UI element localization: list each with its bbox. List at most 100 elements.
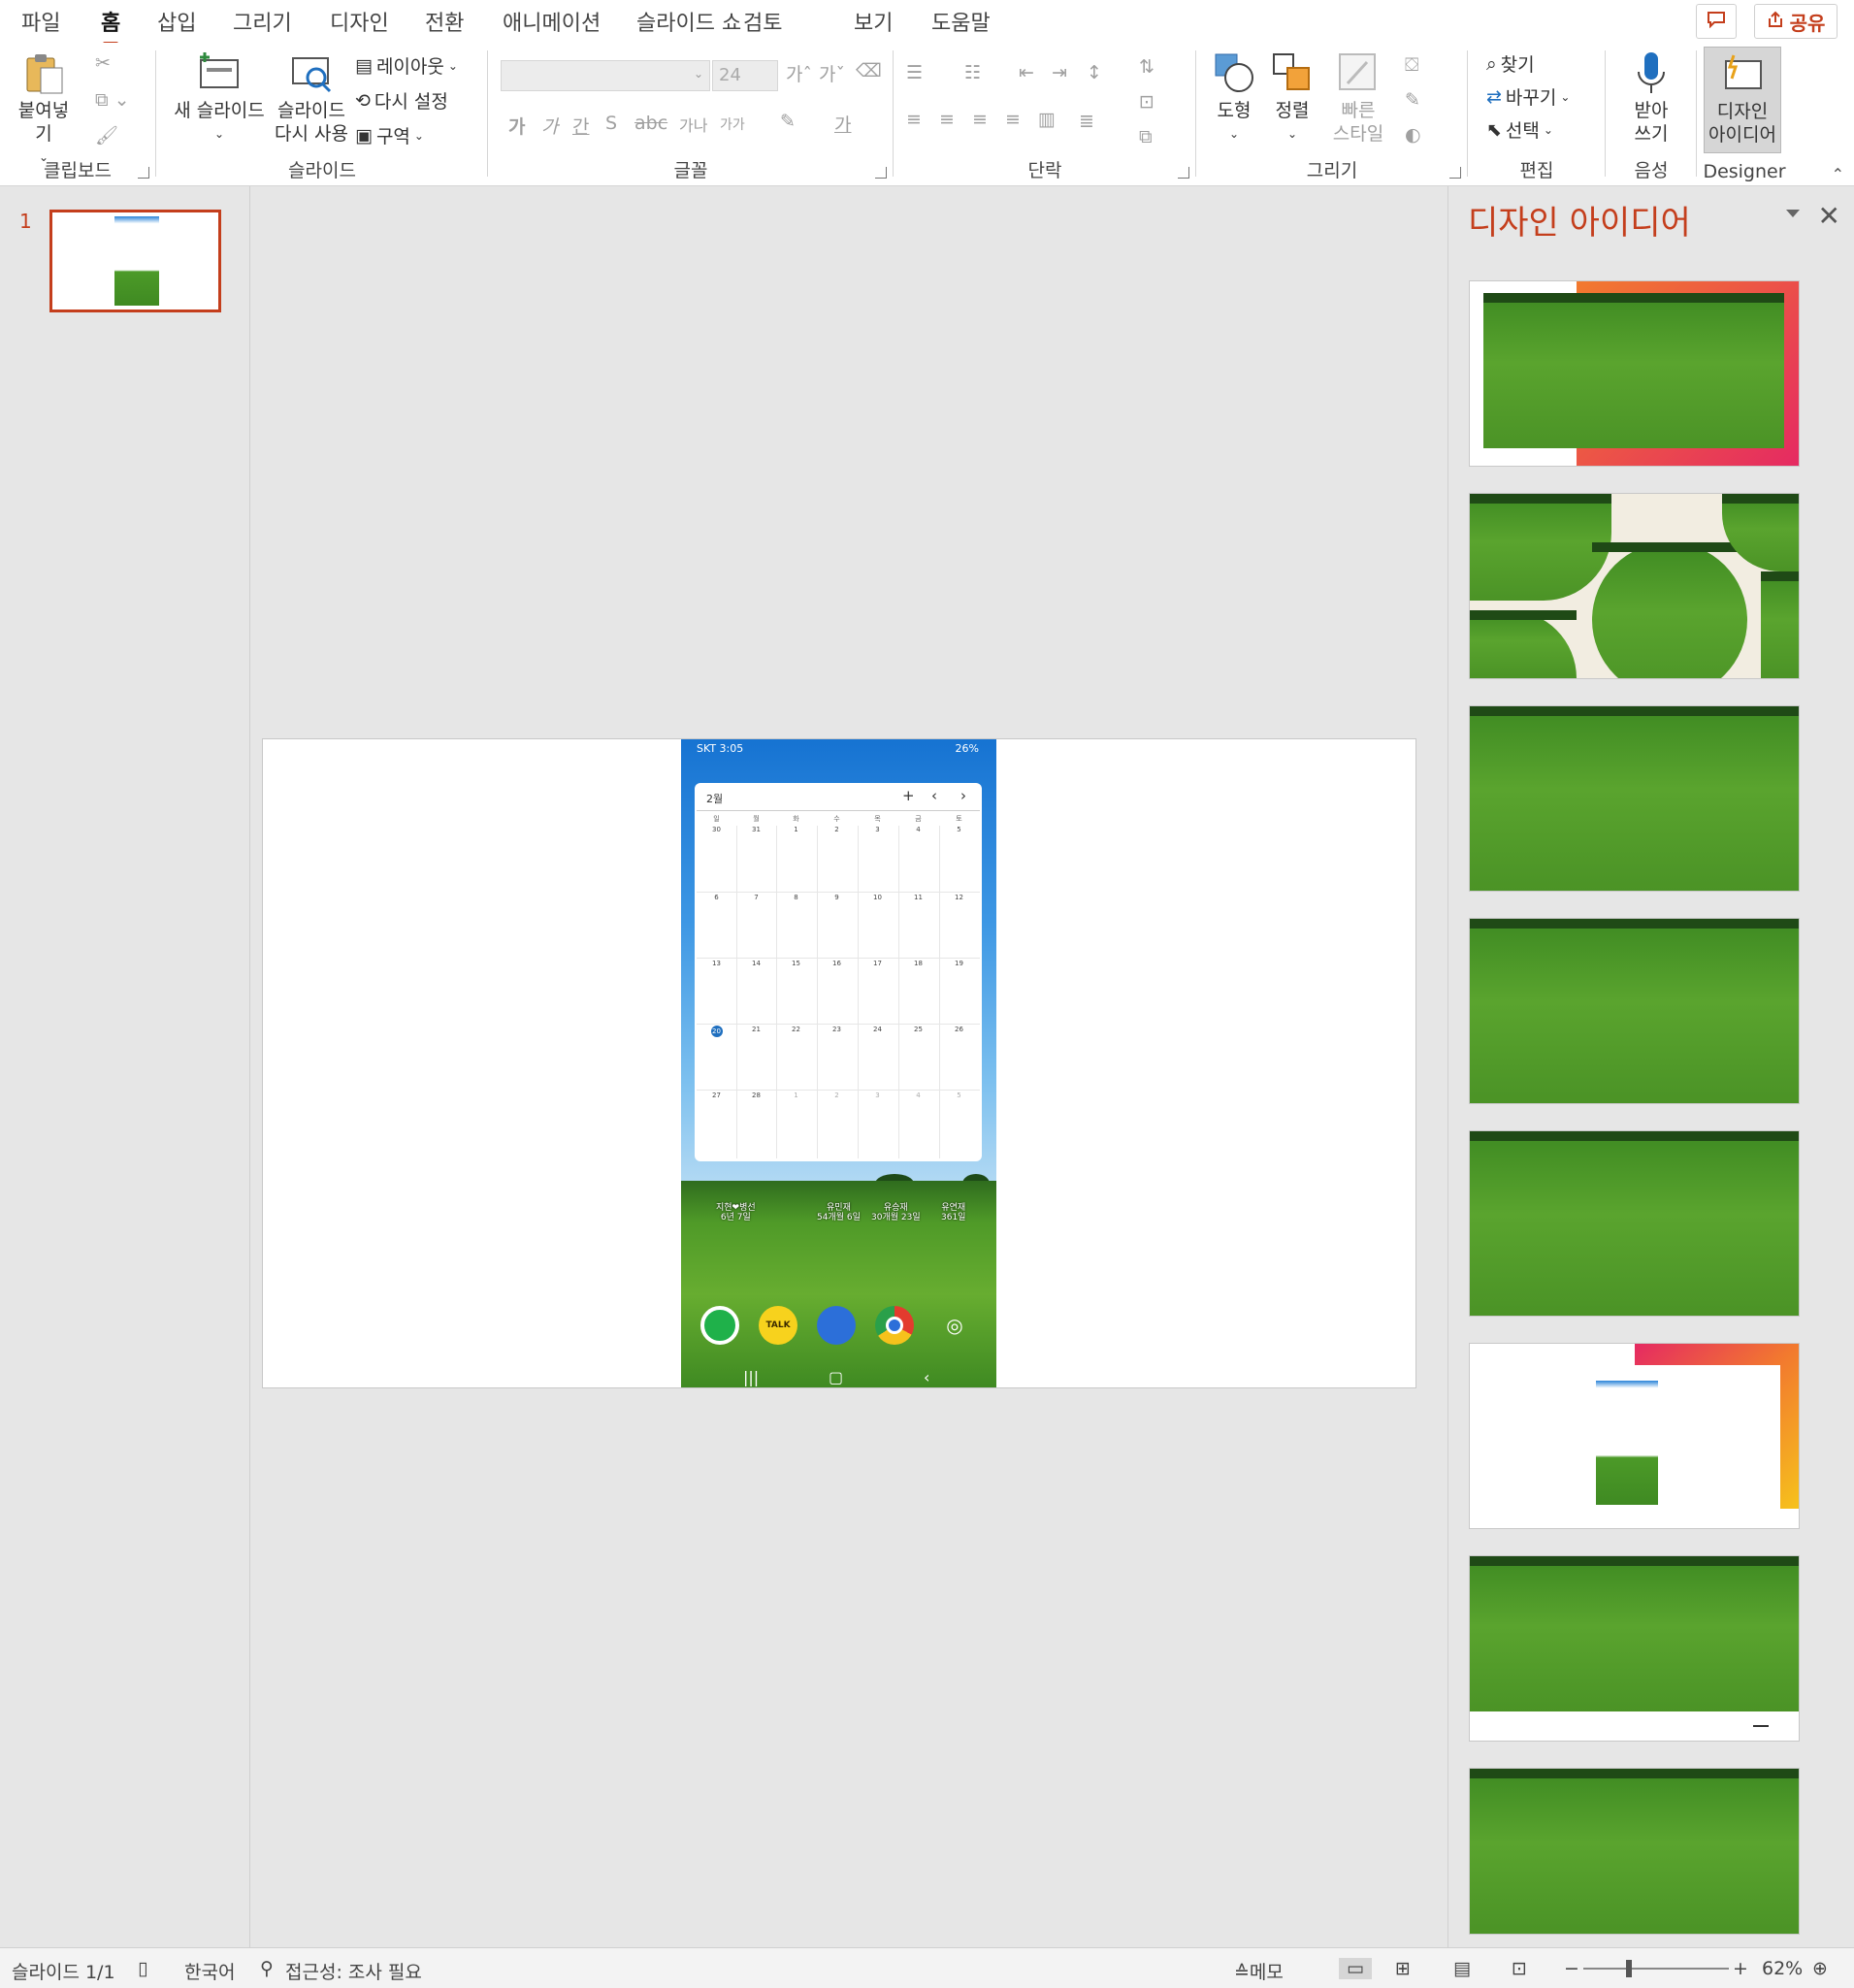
bold-button[interactable]: 가 [508, 113, 525, 139]
share-button[interactable]: 공유 [1754, 4, 1838, 39]
shape-outline-button[interactable]: ✎ [1405, 89, 1420, 111]
tab-review[interactable]: 검토 [743, 6, 782, 37]
shapes-button[interactable]: 도형 ⌄ [1207, 50, 1261, 146]
new-slide-button[interactable]: 새 슬라이드 ⌄ [169, 50, 270, 146]
justify-button[interactable]: ≡ [1005, 109, 1021, 130]
character-spacing-button[interactable]: 가나 [679, 113, 707, 136]
bullets-button[interactable]: ☰ [906, 62, 923, 83]
slide-canvas[interactable]: SKT 3:05 26% 2월 + ‹ › 일 월 화 수 목 금 토 30 3… [263, 739, 1415, 1387]
align-center-button[interactable]: ≡ [939, 109, 955, 130]
calendar-day: 2 [834, 1092, 839, 1099]
highlight-button[interactable]: ✎ [780, 111, 796, 132]
reset-button[interactable]: ⟲ 다시 설정 [355, 87, 448, 114]
zoom-slider-thumb[interactable] [1625, 1960, 1632, 1977]
tab-insert[interactable]: 삽입 [157, 6, 196, 37]
slide-thumbnail[interactable] [49, 210, 221, 312]
text-direction-button[interactable]: ⇅ [1139, 56, 1155, 78]
design-idea-card[interactable] [1470, 919, 1799, 1103]
normal-view-button[interactable]: ▭ [1339, 1958, 1372, 1979]
voice-group-label: 음성 [1634, 160, 1669, 181]
font-color-button[interactable]: 가 [834, 111, 851, 137]
line-spacing-button[interactable]: ↕ [1087, 62, 1102, 83]
format-painter-button[interactable]: 🖌 [95, 124, 118, 147]
grow-font-button[interactable]: 가ˆ [786, 60, 812, 86]
design-idea-card[interactable] [1470, 706, 1799, 891]
slide-sorter-button[interactable]: ⊞ [1395, 1958, 1411, 1979]
comments-button[interactable] [1696, 4, 1737, 39]
strikethrough-button[interactable]: abc [634, 113, 667, 134]
smartart-button[interactable]: ⧉ [1139, 126, 1153, 147]
close-icon[interactable]: ✕ [1818, 200, 1840, 232]
accessibility-status[interactable]: 접근성: 조사 필요 [285, 1958, 422, 1984]
align-right-button[interactable]: ≡ [972, 109, 988, 130]
design-idea-card[interactable] [1470, 1769, 1799, 1934]
clipboard-dialog-launcher[interactable] [138, 167, 149, 179]
clear-format-button[interactable]: ⌫ [856, 60, 882, 81]
tab-draw[interactable]: 그리기 [233, 6, 292, 37]
cut-button[interactable]: ✂ [95, 52, 111, 74]
find-button[interactable]: ⌕ 찾기 [1486, 50, 1535, 77]
zoom-level[interactable]: 62% [1762, 1958, 1803, 1979]
align-text-button[interactable]: ⊡ [1139, 91, 1155, 113]
reading-view-button[interactable]: ▤ [1453, 1958, 1471, 1979]
slideshow-button[interactable]: ⊡ [1512, 1958, 1527, 1979]
design-idea-card[interactable] [1470, 1556, 1799, 1741]
paste-button[interactable]: 붙여넣기 ⌄ [12, 50, 76, 169]
design-idea-card[interactable] [1470, 281, 1799, 466]
font-size-box[interactable]: 24 [712, 60, 778, 91]
font-dialog-launcher[interactable] [875, 167, 887, 179]
collapse-ribbon-icon[interactable]: ⌃ [1832, 165, 1844, 183]
section-button[interactable]: ▣ 구역 ⌄ [355, 122, 424, 148]
increase-indent-button[interactable]: ⇥ [1052, 62, 1067, 83]
arrange-button[interactable]: 정렬 ⌄ [1265, 50, 1319, 146]
distribute-button[interactable]: ▥ [1038, 109, 1056, 130]
fit-to-window-icon[interactable]: ⊕ [1812, 1958, 1828, 1979]
replace-icon: ⇄ [1486, 85, 1502, 108]
decrease-indent-button[interactable]: ⇤ [1019, 62, 1034, 83]
spelling-icon[interactable]: ▯ [138, 1958, 147, 1979]
language-indicator[interactable]: 한국어 [184, 1958, 235, 1984]
tab-transitions[interactable]: 전환 [425, 6, 464, 37]
align-left-icon: ≡ [906, 109, 922, 130]
align-left-button[interactable]: ≡ [906, 109, 922, 130]
paragraph-dialog-launcher[interactable] [1178, 167, 1189, 179]
copy-button[interactable]: ⧉ ⌄ [95, 89, 130, 111]
zoom-slider-track[interactable] [1583, 1968, 1729, 1970]
tab-home[interactable]: 홈 [101, 6, 120, 46]
replace-button[interactable]: ⇄ 바꾸기 ⌄ [1486, 83, 1570, 110]
design-idea-card[interactable] [1470, 1131, 1799, 1316]
columns-button[interactable]: ≣ [1079, 111, 1094, 132]
zoom-out-button[interactable]: − [1564, 1958, 1579, 1979]
tab-slideshow[interactable]: 슬라이드 쇼 [636, 6, 741, 37]
drawing-dialog-launcher[interactable] [1449, 167, 1461, 179]
shrink-font-button[interactable]: 가ˇ [819, 60, 845, 86]
shadow-button[interactable]: S [605, 113, 617, 134]
calendar-day: 3 [875, 826, 880, 833]
layout-button[interactable]: ▤ 레이아웃 ⌄ [355, 52, 458, 79]
design-ideas-button[interactable]: 디자인 아이디어 [1704, 47, 1781, 153]
phone-screenshot-image[interactable]: SKT 3:05 26% 2월 + ‹ › 일 월 화 수 목 금 토 30 3… [681, 739, 996, 1387]
notes-button[interactable]: ≙메모 [1234, 1958, 1284, 1984]
numbering-button[interactable]: ☷ [964, 62, 981, 83]
shape-effects-button[interactable]: ◐ [1405, 124, 1421, 146]
design-idea-card[interactable] [1470, 1344, 1799, 1528]
quick-styles-button[interactable]: 빠른 스타일 [1323, 50, 1393, 146]
tab-design[interactable]: 디자인 [330, 6, 389, 37]
accessibility-icon[interactable]: ⚲ [260, 1958, 274, 1979]
shape-fill-button[interactable]: ⛋ [1405, 54, 1418, 76]
italic-button[interactable]: 가 [541, 113, 558, 139]
tab-file[interactable]: 파일 [21, 6, 60, 37]
underline-button[interactable]: 간 [572, 113, 589, 139]
tab-view[interactable]: 보기 [854, 6, 893, 37]
select-button[interactable]: ⬉ 선택 ⌄ [1486, 116, 1553, 143]
design-idea-card[interactable] [1470, 494, 1799, 678]
dictate-button[interactable]: 받아 쓰기 [1616, 50, 1686, 146]
change-case-button[interactable]: 가가 [720, 114, 745, 134]
new-slide-icon [197, 50, 242, 95]
zoom-in-button[interactable]: + [1733, 1958, 1748, 1979]
tab-help[interactable]: 도움말 [931, 6, 991, 37]
reuse-slides-button[interactable]: 슬라이드 다시 사용 [272, 50, 351, 146]
tab-animations[interactable]: 애니메이션 [503, 6, 601, 37]
font-name-box[interactable]: ⌄ [501, 60, 710, 91]
pane-options-icon[interactable] [1786, 210, 1800, 217]
